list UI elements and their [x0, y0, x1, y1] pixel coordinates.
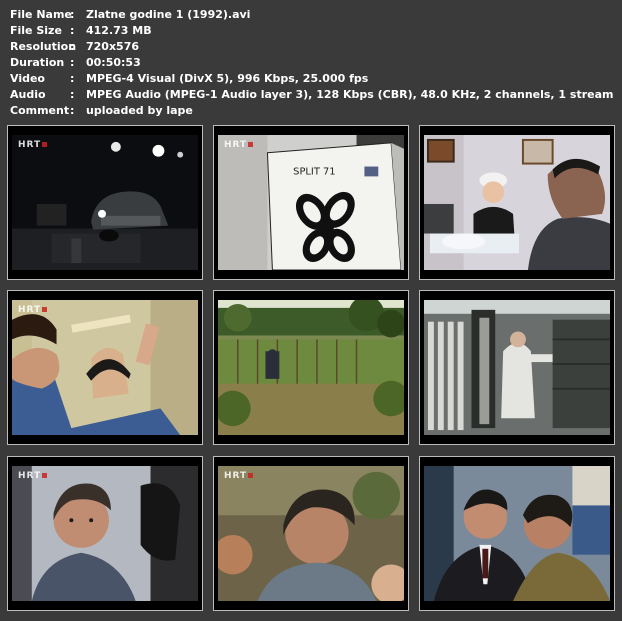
info-label: Comment [10, 104, 70, 117]
sign-text: SPLIT 71 [293, 166, 335, 177]
video-frame [424, 135, 610, 270]
info-label: File Size [10, 24, 62, 37]
info-value: MPEG-4 Visual (DivX 5), 996 Kbps, 25.000… [86, 72, 369, 85]
info-row-comment: Comment : uploaded by lape [10, 103, 614, 119]
video-frame [218, 300, 404, 435]
fence-woman-scene [424, 300, 610, 435]
man-outdoors-scene [218, 466, 404, 601]
video-frame: HRT [12, 300, 198, 435]
channel-logo: HRT [18, 140, 48, 150]
doorway-two-men-scene [12, 300, 198, 435]
info-value: MPEG Audio (MPEG-1 Audio layer 3), 128 K… [86, 88, 614, 101]
thumbnail-5 [213, 290, 409, 445]
thumbnail-7: HRT [7, 456, 203, 611]
info-value: Zlatne godine 1 (1992).avi [86, 8, 251, 21]
info-value: 720x576 [86, 40, 140, 53]
info-separator: : [70, 24, 75, 37]
thumbnail-2: SPLIT 71 HRT [213, 125, 409, 280]
thumbnail-1: HRT [7, 125, 203, 280]
info-separator: : [70, 88, 75, 101]
info-row-video: Video : MPEG-4 Visual (DivX 5), 996 Kbps… [10, 71, 614, 87]
video-frame: HRT [218, 466, 404, 601]
video-frame: HRT [12, 466, 198, 601]
info-separator: : [70, 72, 75, 85]
info-row-resolution: Resolution : 720x576 [10, 39, 614, 55]
file-info-panel: File Name : Zlatne godine 1 (1992).avi F… [10, 7, 614, 119]
info-row-file-name: File Name : Zlatne godine 1 (1992).avi [10, 7, 614, 23]
info-separator: : [70, 104, 75, 117]
video-frame: HRT [12, 135, 198, 270]
info-separator: : [70, 40, 75, 53]
channel-logo: HRT [18, 471, 48, 481]
night-street-car-scene [12, 135, 198, 270]
video-frame: SPLIT 71 HRT [218, 135, 404, 270]
info-separator: : [70, 8, 75, 21]
info-row-audio: Audio : MPEG Audio (MPEG-1 Audio layer 3… [10, 87, 614, 103]
info-separator: : [70, 56, 75, 69]
channel-logo: HRT [224, 471, 254, 481]
info-value: 00:50:53 [86, 56, 141, 69]
thumbnail-6 [419, 290, 615, 445]
video-frame [424, 466, 610, 601]
man-closeup-scene [12, 466, 198, 601]
info-label: Audio [10, 88, 46, 101]
video-frame [424, 300, 610, 435]
thumbnail-3 [419, 125, 615, 280]
info-value: uploaded by lape [86, 104, 193, 117]
thumbnail-8: HRT [213, 456, 409, 611]
garden-scene [218, 300, 404, 435]
thumbnail-9 [419, 456, 615, 611]
thumbnail-4: HRT [7, 290, 203, 445]
info-label: Resolution [10, 40, 77, 53]
info-row-duration: Duration : 00:50:53 [10, 55, 614, 71]
channel-logo: HRT [18, 305, 48, 315]
kitchen-boy-man-scene [424, 135, 610, 270]
split71-sign-scene: SPLIT 71 [218, 135, 404, 270]
info-row-file-size: File Size : 412.73 MB [10, 23, 614, 39]
two-men-scene [424, 466, 610, 601]
info-label: Duration [10, 56, 65, 69]
info-label: Video [10, 72, 45, 85]
info-value: 412.73 MB [86, 24, 152, 37]
channel-logo: HRT [224, 140, 254, 150]
info-label: File Name [10, 8, 72, 21]
